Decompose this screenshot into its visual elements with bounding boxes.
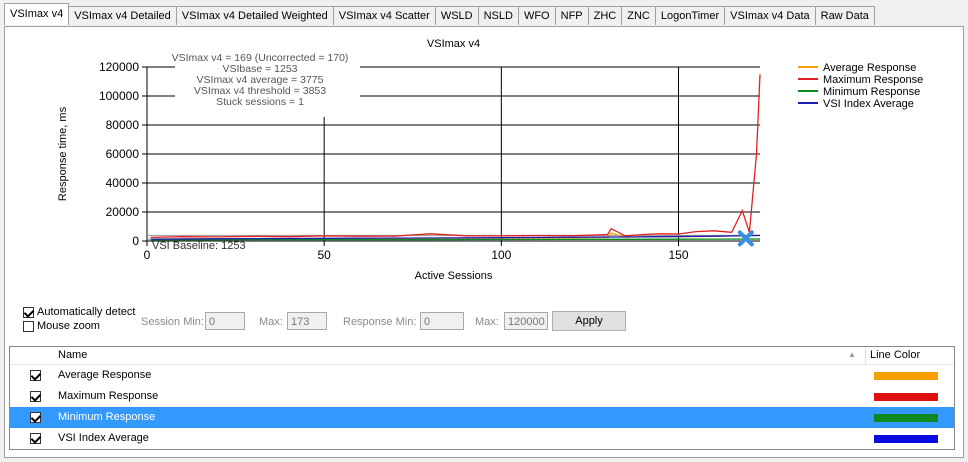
session-max-label: Max: — [259, 316, 283, 328]
legend-label: VSI Index Average — [823, 98, 914, 110]
y-tick-label: 40000 — [106, 176, 140, 190]
grid-header: Name ▲ Line Color — [10, 347, 954, 365]
row-series-name: Maximum Response — [58, 390, 159, 402]
row-visible-checkbox[interactable] — [30, 412, 41, 423]
y-tick-label: 100000 — [99, 89, 139, 103]
annotation-line: Stuck sessions = 1 — [216, 96, 304, 108]
row-visible-checkbox[interactable] — [30, 433, 41, 444]
response-min-label: Response Min: — [343, 316, 417, 328]
session-min-input[interactable]: 0 — [205, 312, 245, 330]
mouse-zoom-row[interactable]: Mouse zoom — [23, 320, 100, 332]
sort-up-icon: ▲ — [848, 350, 856, 359]
grid-row[interactable]: Maximum Response — [10, 386, 954, 407]
response-max-input[interactable]: 120000 — [504, 312, 548, 330]
apply-button[interactable]: Apply — [552, 311, 626, 331]
col-header-name[interactable]: Name — [58, 349, 87, 361]
session-max-input[interactable]: 173 — [287, 312, 327, 330]
tab-zhc[interactable]: ZHC — [587, 6, 623, 25]
y-axis-label: Response time, ms — [57, 106, 69, 201]
y-tick-label: 0 — [132, 234, 139, 248]
tab-nfp[interactable]: NFP — [554, 6, 589, 25]
auto-detect-label: Automatically detect — [37, 306, 136, 318]
tab-vsimax-v4-detailed[interactable]: VSImax v4 Detailed — [68, 6, 177, 25]
series-grid: Name ▲ Line Color Average Response Maximu… — [9, 346, 955, 450]
y-tick-label: 120000 — [99, 60, 139, 74]
col-header-line-color[interactable]: Line Color — [870, 349, 920, 361]
tab-raw-data[interactable]: Raw Data — [814, 6, 875, 25]
chart-area[interactable]: VSImax v40200004000060000800001000001200… — [5, 27, 963, 327]
tab-vsimax-v4[interactable]: VSImax v4 — [4, 3, 70, 25]
tab-nsld[interactable]: NSLD — [477, 6, 519, 25]
row-line-color-swatch[interactable] — [874, 372, 938, 380]
row-series-name: Average Response — [58, 369, 152, 381]
legend-label: Maximum Response — [823, 74, 923, 86]
tab-logontimer[interactable]: LogonTimer — [654, 6, 726, 25]
row-series-name: Minimum Response — [58, 411, 156, 423]
row-line-color-swatch[interactable] — [874, 393, 938, 401]
row-series-name: VSI Index Average — [58, 432, 149, 444]
grid-row[interactable]: Minimum Response — [10, 407, 954, 428]
tab-wfo[interactable]: WFO — [517, 6, 556, 25]
mouse-zoom-checkbox[interactable] — [23, 320, 34, 332]
tab-znc[interactable]: ZNC — [621, 6, 656, 25]
tab-wsld[interactable]: WSLD — [434, 6, 479, 25]
auto-detect-checkbox[interactable] — [23, 306, 34, 318]
legend-label: Minimum Response — [823, 86, 920, 98]
auto-detect-row[interactable]: Automatically detect — [23, 306, 135, 318]
response-min-input[interactable]: 0 — [420, 312, 464, 330]
y-tick-label: 80000 — [106, 118, 140, 132]
row-visible-checkbox[interactable] — [30, 370, 41, 381]
chart-title: VSImax v4 — [427, 38, 480, 50]
row-line-color-swatch[interactable] — [874, 435, 938, 443]
legend-label: Average Response — [823, 62, 916, 74]
tab-vsimax-v4-detailed-weighted[interactable]: VSImax v4 Detailed Weighted — [175, 6, 334, 25]
x-tick-label: 0 — [144, 248, 151, 262]
x-axis-label: Active Sessions — [415, 270, 493, 282]
grid-row[interactable]: VSI Index Average — [10, 428, 954, 449]
tab-strip: VSImax v4 VSImax v4 Detailed VSImax v4 Det… — [4, 3, 875, 26]
baseline-label: VSI Baseline: 1253 — [152, 240, 246, 252]
session-min-label: Session Min: — [141, 316, 204, 328]
x-tick-label: 150 — [668, 248, 688, 262]
row-visible-checkbox[interactable] — [30, 391, 41, 402]
response-max-label: Max: — [475, 316, 499, 328]
row-line-color-swatch[interactable] — [874, 414, 938, 422]
tab-vsimax-v4-scatter[interactable]: VSImax v4 Scatter — [332, 6, 436, 25]
y-tick-label: 20000 — [106, 205, 140, 219]
y-tick-label: 60000 — [106, 147, 140, 161]
mouse-zoom-label: Mouse zoom — [37, 320, 100, 332]
x-tick-label: 100 — [491, 248, 511, 262]
tab-vsimax-v4-data[interactable]: VSImax v4 Data — [724, 6, 816, 25]
grid-row[interactable]: Average Response — [10, 365, 954, 386]
x-tick-label: 50 — [317, 248, 331, 262]
